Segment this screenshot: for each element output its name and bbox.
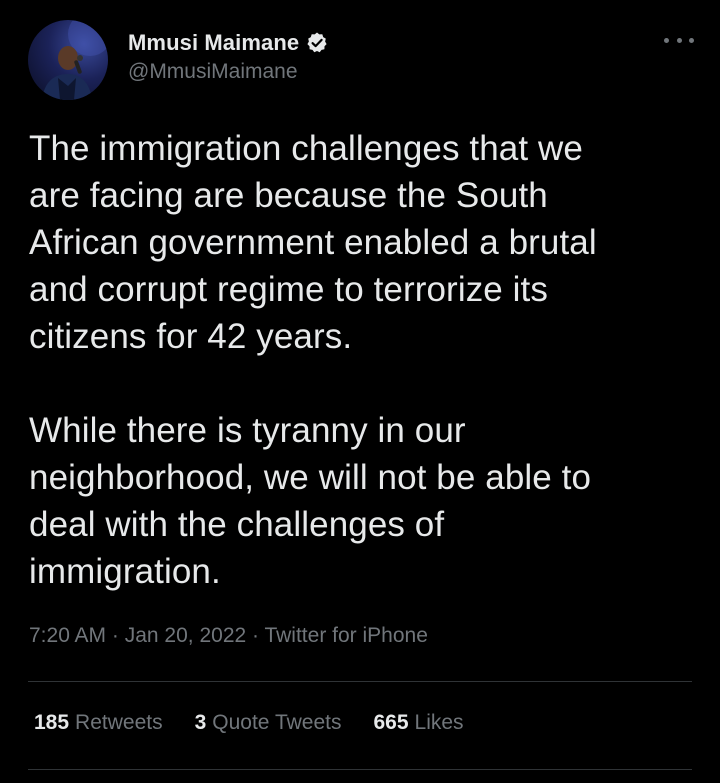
retweets-label: Retweets xyxy=(75,711,163,734)
retweets-stat[interactable]: 185 Retweets xyxy=(34,711,163,735)
profile-photo-icon xyxy=(42,20,108,100)
more-dot xyxy=(664,37,669,43)
display-name[interactable]: Mmusi Maimane xyxy=(128,30,299,56)
quote-tweets-stat[interactable]: 3 Quote Tweets xyxy=(195,711,342,735)
verified-badge-icon xyxy=(305,31,329,55)
tweet-stats: 185 Retweets 3 Quote Tweets 665 Likes xyxy=(34,711,496,735)
divider xyxy=(28,681,692,682)
likes-stat[interactable]: 665 Likes xyxy=(373,711,463,735)
tweet-source[interactable]: Twitter for iPhone xyxy=(264,624,427,647)
avatar[interactable] xyxy=(28,20,108,100)
more-options-icon[interactable] xyxy=(664,30,694,50)
likes-label: Likes xyxy=(414,711,464,734)
quote-tweets-label: Quote Tweets xyxy=(212,711,342,734)
more-dot xyxy=(676,37,682,43)
meta-separator: · xyxy=(252,624,265,647)
retweets-count: 185 xyxy=(34,711,70,734)
tweet-text: The immigration challenges that we are f… xyxy=(29,129,597,591)
author-name-row[interactable]: Mmusi Maimane xyxy=(128,28,329,58)
more-dot xyxy=(689,37,694,43)
tweet-time[interactable]: 7:20 AM xyxy=(29,624,106,647)
likes-count: 665 xyxy=(373,711,409,734)
meta-separator: · xyxy=(111,624,125,647)
tweet-meta: 7:20 AM · Jan 20, 2022 · Twitter for iPh… xyxy=(29,624,428,648)
divider xyxy=(28,769,692,770)
author-handle[interactable]: @MmusiMaimane xyxy=(128,60,298,84)
quote-tweets-count: 3 xyxy=(194,711,207,734)
tweet-date[interactable]: Jan 20, 2022 xyxy=(125,624,246,647)
tweet-detail: Mmusi Maimane @MmusiMaimane The immigrat… xyxy=(0,0,720,783)
